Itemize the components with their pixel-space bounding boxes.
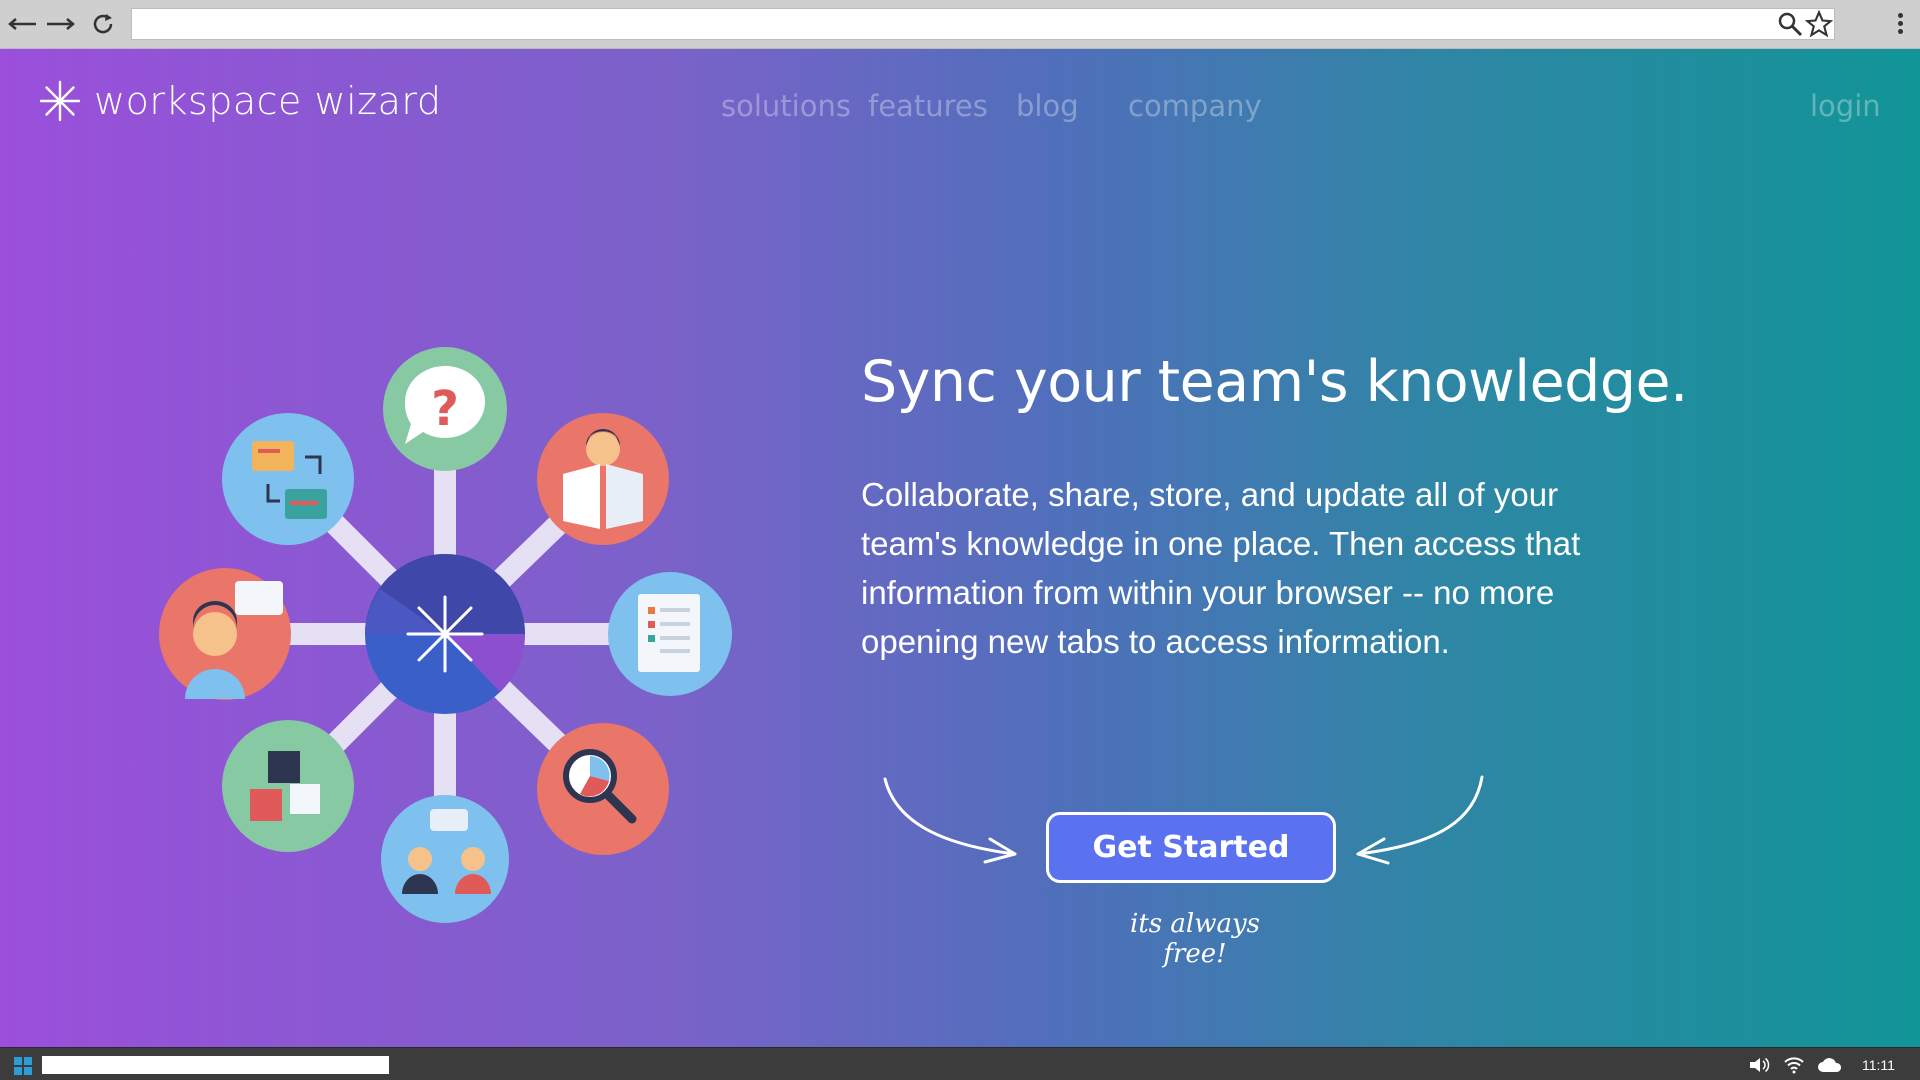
hub-center-icon <box>365 554 525 714</box>
magnifier-chart-icon <box>537 723 669 855</box>
os-taskbar: 11:11 <box>0 1047 1920 1080</box>
nav-blog[interactable]: blog <box>1016 84 1079 128</box>
back-button[interactable] <box>6 6 38 42</box>
forward-button[interactable] <box>45 6 77 42</box>
knowledge-hub-illustration: ? <box>159 347 732 923</box>
nav-solutions[interactable]: solutions <box>721 84 851 128</box>
folders-icon <box>222 413 354 545</box>
hero-headline: Sync your team's knowledge. <box>861 349 1688 415</box>
person-chat-icon <box>159 568 291 700</box>
puzzle-icon <box>222 720 354 852</box>
hand-drawn-arrow-left-icon <box>1356 775 1484 865</box>
reading-person-icon <box>537 413 669 545</box>
browser-toolbar <box>0 0 1920 49</box>
bookmark-button[interactable] <box>1805 10 1833 38</box>
address-bar[interactable] <box>131 8 1835 40</box>
arrow-right-icon <box>47 18 75 30</box>
nav-features[interactable]: features <box>868 84 988 128</box>
question-icon: ? <box>383 347 507 471</box>
free-note: its always free! <box>1130 909 1260 969</box>
hero-description: Collaborate, share, store, and update al… <box>861 476 1581 660</box>
nav-company[interactable]: company <box>1128 84 1262 128</box>
windows-start-icon[interactable] <box>14 1057 32 1075</box>
star-icon <box>1805 10 1833 38</box>
nav-login[interactable]: login <box>1810 84 1881 128</box>
team-chat-icon <box>381 795 509 923</box>
kebab-menu-icon[interactable] <box>1896 13 1904 37</box>
reload-icon <box>93 14 113 34</box>
volume-icon[interactable] <box>1748 1056 1770 1074</box>
hand-drawn-arrow-right-icon <box>883 777 1017 864</box>
search-button[interactable] <box>1777 10 1803 38</box>
reload-button[interactable] <box>88 6 118 42</box>
get-started-button[interactable]: Get Started <box>1046 812 1336 883</box>
taskbar-search-field[interactable] <box>42 1056 389 1074</box>
wifi-icon[interactable] <box>1783 1056 1805 1074</box>
svg-text:?: ? <box>431 381 459 437</box>
document-list-icon <box>608 572 732 696</box>
taskbar-clock[interactable]: 11:11 <box>1862 1056 1895 1074</box>
magnifier-icon <box>1778 12 1803 37</box>
landing-page: workspace wizard solutions features blog… <box>0 49 1920 1047</box>
cloud-icon[interactable] <box>1817 1056 1843 1074</box>
arrow-left-icon <box>8 18 36 30</box>
top-navigation: solutions features blog company login <box>0 84 1920 128</box>
